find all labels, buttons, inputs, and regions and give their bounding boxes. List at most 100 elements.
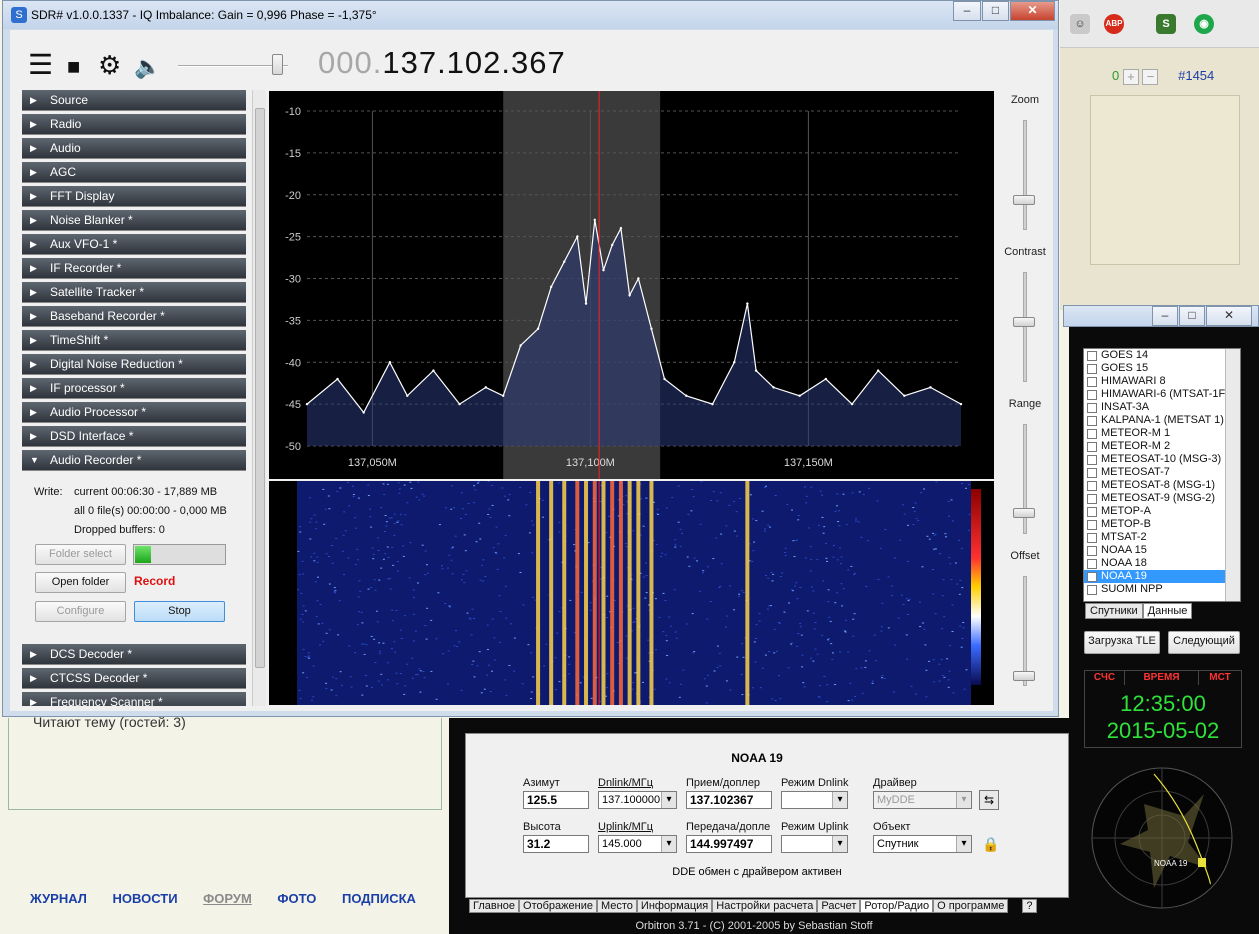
satellite-item[interactable]: GOES 14 bbox=[1084, 349, 1240, 362]
folder-select-button[interactable]: Folder select bbox=[35, 544, 126, 565]
plugin-panel-scroll-thumb[interactable] bbox=[255, 108, 265, 668]
checkbox[interactable] bbox=[1087, 507, 1097, 517]
maximize-button[interactable]: □ bbox=[982, 1, 1009, 21]
plugin-row[interactable]: Aux VFO-1 * bbox=[22, 234, 246, 255]
satellite-item[interactable]: METEOR-M 2 bbox=[1084, 440, 1240, 453]
menu-icon[interactable]: ☰ bbox=[28, 51, 53, 79]
satellite-item[interactable]: SUOMI NPP bbox=[1084, 583, 1240, 596]
checkbox[interactable] bbox=[1087, 364, 1097, 374]
rx-doppler-field[interactable]: 137.102367 bbox=[686, 791, 772, 809]
tab-display[interactable]: Отображение bbox=[519, 899, 597, 913]
offset-slider[interactable] bbox=[1023, 576, 1027, 686]
satellite-item[interactable]: MTSAT-2 bbox=[1084, 531, 1240, 544]
contrast-slider[interactable] bbox=[1023, 272, 1027, 382]
checkbox[interactable] bbox=[1087, 494, 1097, 504]
green-circle-icon[interactable]: ◉ bbox=[1194, 14, 1214, 34]
tab-calc[interactable]: Расчет bbox=[817, 899, 861, 913]
satellite-item[interactable]: METOP-B bbox=[1084, 518, 1240, 531]
volume-slider-thumb[interactable] bbox=[272, 54, 283, 75]
tab-rotor-radio[interactable]: Ротор/Радио bbox=[860, 899, 934, 913]
stop-button[interactable]: Stop bbox=[134, 601, 225, 622]
nav-photo[interactable]: ФОТО bbox=[277, 891, 316, 906]
satellite-item[interactable]: NOAA 15 bbox=[1084, 544, 1240, 557]
satellite-item[interactable]: ✓ NOAA 19 bbox=[1084, 570, 1240, 583]
tab-main[interactable]: Главное bbox=[469, 899, 520, 913]
tab-about[interactable]: О программе bbox=[933, 899, 1009, 913]
tab-data[interactable]: Данные bbox=[1142, 603, 1193, 619]
plugin-row[interactable]: Radio bbox=[22, 114, 246, 135]
checkbox[interactable] bbox=[1087, 416, 1097, 426]
gear-icon[interactable]: ⚙ bbox=[98, 52, 121, 78]
minus-button[interactable]: − bbox=[1142, 68, 1159, 85]
checked-checkbox[interactable]: ✓ bbox=[1087, 572, 1097, 582]
checkbox[interactable] bbox=[1087, 442, 1097, 452]
speaker-icon[interactable]: 🔈 bbox=[134, 54, 161, 80]
satellite-item[interactable]: METEOSAT-10 (MSG-3) bbox=[1084, 453, 1240, 466]
tab-help[interactable]: ? bbox=[1022, 899, 1037, 913]
close-button[interactable]: ✕ bbox=[1206, 306, 1252, 326]
plugin-row[interactable]: Digital Noise Reduction * bbox=[22, 354, 246, 375]
satellite-item[interactable]: METEOR-M 1 bbox=[1084, 427, 1240, 440]
plugin-row[interactable]: FFT Display bbox=[22, 186, 246, 207]
open-folder-button[interactable]: Open folder bbox=[35, 572, 126, 593]
tx-doppler-field[interactable]: 144.997497 bbox=[686, 835, 772, 853]
dnlink-select[interactable]: 137.100000 bbox=[598, 791, 677, 809]
checkbox[interactable] bbox=[1087, 533, 1097, 543]
plugin-row[interactable]: Audio Recorder * bbox=[22, 450, 246, 471]
plugin-row[interactable]: DSD Interface * bbox=[22, 426, 246, 447]
elevation-field[interactable]: 31.2 bbox=[523, 835, 589, 853]
plugin-row[interactable]: Source bbox=[22, 90, 246, 111]
mode-dnlink-select[interactable] bbox=[781, 791, 848, 809]
mode-uplink-select[interactable] bbox=[781, 835, 848, 853]
contrast-slider-thumb[interactable] bbox=[1013, 317, 1035, 327]
s-icon[interactable]: S bbox=[1156, 14, 1176, 34]
smiley-icon[interactable]: ☺ bbox=[1070, 14, 1090, 34]
checkbox[interactable] bbox=[1087, 585, 1097, 595]
tab-info[interactable]: Информация bbox=[636, 899, 713, 913]
satellite-item[interactable]: GOES 15 bbox=[1084, 362, 1240, 375]
checkbox[interactable] bbox=[1087, 351, 1097, 361]
satellite-item[interactable]: NOAA 18 bbox=[1084, 557, 1240, 570]
satellite-item[interactable]: METEOSAT-9 (MSG-2) bbox=[1084, 492, 1240, 505]
close-button[interactable]: ✕ bbox=[1010, 1, 1055, 21]
configure-button[interactable]: Configure bbox=[35, 601, 126, 622]
nav-journal[interactable]: ЖУРНАЛ bbox=[30, 891, 87, 906]
plugin-row[interactable]: Baseband Recorder * bbox=[22, 306, 246, 327]
driver-select[interactable]: MyDDE bbox=[873, 791, 972, 809]
plugin-row[interactable]: IF Recorder * bbox=[22, 258, 246, 279]
checkbox[interactable] bbox=[1087, 455, 1097, 465]
satellite-list[interactable]: GOES 14 GOES 15 HIMAWARI 8 HIMAWARI-6 (M… bbox=[1083, 348, 1241, 602]
satellite-item[interactable]: METOP-A bbox=[1084, 505, 1240, 518]
plugin-row[interactable]: Audio bbox=[22, 138, 246, 159]
plugin-row[interactable]: AGC bbox=[22, 162, 246, 183]
tab-calc-settings[interactable]: Настройки расчета bbox=[712, 899, 818, 913]
checkbox[interactable] bbox=[1087, 429, 1097, 439]
plugin-row[interactable]: Frequency Scanner * bbox=[22, 692, 246, 706]
satellite-item[interactable]: METEOSAT-7 bbox=[1084, 466, 1240, 479]
satellite-item[interactable]: METEOSAT-8 (MSG-1) bbox=[1084, 479, 1240, 492]
satellite-item[interactable]: KALPANA-1 (METSAT 1) bbox=[1084, 414, 1240, 427]
nav-forum[interactable]: ФОРУМ bbox=[203, 891, 252, 906]
nav-news[interactable]: НОВОСТИ bbox=[113, 891, 178, 906]
plugin-row[interactable]: CTCSS Decoder * bbox=[22, 668, 246, 689]
stop-icon[interactable]: ■ bbox=[67, 54, 80, 80]
checkbox[interactable] bbox=[1087, 468, 1097, 478]
satellite-item[interactable]: HIMAWARI 8 bbox=[1084, 375, 1240, 388]
spectrum-chart[interactable]: -10 -15 -20 -25 -30 -35 -40 -45 -50 137,050M 137,1… bbox=[269, 91, 994, 479]
satellite-item[interactable]: INSAT-3A bbox=[1084, 401, 1240, 414]
azimuth-field[interactable]: 125.5 bbox=[523, 791, 589, 809]
load-tle-button[interactable]: Загрузка TLE bbox=[1084, 631, 1160, 654]
object-select[interactable]: Спутник bbox=[873, 835, 972, 853]
checkbox[interactable] bbox=[1087, 403, 1097, 413]
plugin-row[interactable]: Satellite Tracker * bbox=[22, 282, 246, 303]
maximize-button[interactable]: □ bbox=[1179, 306, 1205, 326]
checkbox[interactable] bbox=[1087, 481, 1097, 491]
tab-satellites[interactable]: Спутники bbox=[1085, 603, 1143, 619]
plugin-row[interactable]: TimeShift * bbox=[22, 330, 246, 351]
minimize-button[interactable]: – bbox=[953, 1, 981, 21]
tab-location[interactable]: Место bbox=[596, 899, 637, 913]
checkbox[interactable] bbox=[1087, 390, 1097, 400]
range-slider-thumb[interactable] bbox=[1013, 508, 1035, 518]
plus-button[interactable]: + bbox=[1122, 68, 1139, 85]
checkbox[interactable] bbox=[1087, 377, 1097, 387]
